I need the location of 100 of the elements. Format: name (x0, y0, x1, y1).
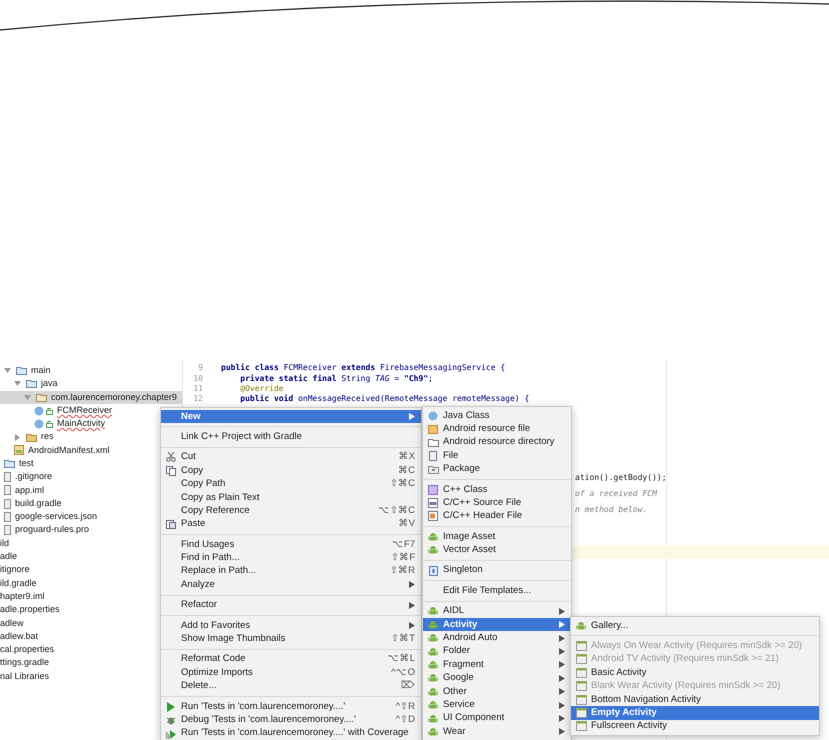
layout-template-icon (576, 708, 586, 718)
coverage-icon (166, 728, 176, 738)
tree-item-label: nal Libraries (0, 670, 50, 683)
shortcut-label: ⇧⌘C (390, 477, 415, 492)
code-comment: of a received FCM (575, 488, 658, 499)
tree-item[interactable]: main (0, 364, 182, 378)
menu-item[interactable]: Reformat Code ⌥⌘L (161, 652, 421, 666)
folder-icon (428, 438, 438, 447)
tree-item-label: hapter9.iml (0, 590, 45, 603)
expanded-arrow-icon[interactable] (24, 394, 32, 401)
menu-item[interactable]: Refactor (161, 598, 421, 612)
file-icon (4, 485, 11, 496)
expanded-arrow-icon[interactable] (14, 380, 22, 388)
tree-item-label: ttings.gradle (0, 656, 50, 670)
menu-item[interactable]: Android resource file (423, 422, 571, 436)
menu-item[interactable]: Folder (423, 644, 571, 658)
android-icon (428, 646, 438, 657)
menu-item[interactable]: File (423, 449, 571, 463)
menu-item[interactable]: Basic Activity (571, 666, 819, 680)
menu-item[interactable]: Gallery... (571, 619, 819, 632)
android-icon (428, 633, 438, 644)
tree-item[interactable]: com.laurencemoroney.chapter9 (0, 390, 182, 404)
menu-item[interactable]: New (161, 410, 421, 424)
menu-item[interactable]: Add to Favorites (161, 619, 421, 632)
menu-item[interactable]: UI Component (423, 712, 571, 726)
android-icon (428, 545, 438, 556)
clipboard-icon (166, 519, 176, 530)
menu-item[interactable]: Run 'Tests in 'com.laurencemoroney....' with Coverage (161, 726, 421, 740)
shortcut-label: ⌥F7 (392, 538, 415, 552)
tree-item-label: .gitignore (15, 470, 52, 484)
code-line: @Override (239, 383, 284, 394)
package-icon (428, 464, 438, 474)
menu-item[interactable]: Find Usages ⌥F7 (161, 538, 421, 552)
folder-icon (16, 366, 27, 376)
line-number: 10 (192, 372, 204, 385)
class-icon (34, 406, 44, 416)
tree-item[interactable]: java (0, 377, 182, 391)
menu-item[interactable]: Java Class (423, 409, 571, 422)
tree-item-label: AndroidManifest.xml (28, 444, 110, 457)
code-line: ation().getBody()); (575, 472, 668, 483)
menu-item[interactable]: Activity (423, 618, 571, 632)
menu-item[interactable]: Fragment (423, 658, 571, 672)
lock-icon (46, 420, 53, 428)
android-icon (428, 673, 438, 684)
android-icon (428, 700, 438, 710)
android-icon (428, 726, 438, 737)
menu-item[interactable]: Edit File Templates... (423, 584, 571, 598)
menu-item[interactable]: Find in Path... ⇧⌘F (161, 552, 421, 565)
android-icon (428, 714, 438, 724)
submenu-arrow-icon (409, 602, 415, 609)
class-icon (428, 484, 438, 495)
menu-item[interactable]: Singleton (423, 564, 571, 578)
menu-item[interactable]: Debug 'Tests in 'com.laurencemoroney....' ^⇧D (161, 713, 421, 727)
android-icon (428, 620, 438, 630)
copy-icon (166, 466, 176, 476)
menu-item[interactable]: Package (423, 462, 571, 476)
menu-item[interactable]: Optimize Imports ^⌥O (161, 666, 421, 680)
menu-item[interactable]: Replace in Path... ⇧⌘R (161, 564, 421, 578)
lock-icon (46, 406, 53, 415)
shortcut-label: ⌘X (398, 450, 415, 464)
menu-item[interactable]: Image Asset (423, 530, 571, 544)
folder-icon (26, 432, 37, 442)
menu-item[interactable]: Android resource directory (423, 436, 571, 450)
menu-item[interactable]: Show Image Thumbnails ⇧⌘T (161, 632, 421, 646)
shortcut-label: ⇧⌘T (391, 632, 415, 646)
menu-item[interactable]: Analyze (161, 578, 421, 592)
menu-item[interactable]: C++ Class (423, 482, 571, 496)
menu-item[interactable]: Wear (423, 725, 571, 739)
menu-item[interactable]: Google (423, 672, 571, 686)
menu-item[interactable]: Android Auto (423, 631, 571, 645)
menu-item[interactable]: AIDL (423, 604, 571, 618)
file-icon (429, 450, 437, 461)
tree-item-label: adle (0, 550, 18, 564)
tree-item-label: cal.properties (0, 643, 54, 656)
layout-template-icon (576, 721, 586, 732)
tree-item-label: proguard-rules.pro (15, 523, 90, 536)
menu-item[interactable]: C/C++ Header File (423, 510, 571, 524)
menu-item[interactable]: C/C++ Source File (423, 496, 571, 510)
menu-item[interactable]: Vector Asset (423, 544, 571, 557)
menu-item[interactable]: Other (423, 685, 571, 698)
menu-item[interactable]: Service (423, 698, 571, 712)
code-line: public void onMessageReceived(RemoteMessage remoteMessage) { (239, 393, 530, 406)
menu-item[interactable]: Run 'Tests in 'com.laurencemoroney....' ^⇧R (161, 700, 421, 714)
shortcut-label: ⌦ (401, 679, 415, 694)
menu-item[interactable]: Bottom Navigation Activity (571, 692, 819, 706)
collapsed-arrow-icon[interactable] (14, 434, 22, 441)
layout-template-icon (576, 654, 586, 664)
resource-file-icon (428, 424, 438, 434)
menu-item[interactable]: Delete... ⌦ (161, 680, 421, 694)
layout-template-icon (576, 681, 586, 692)
menu-item[interactable]: Fullscreen Activity (571, 720, 819, 734)
shortcut-label: ^⌥O (391, 666, 415, 680)
tree-item-label: adlew (0, 616, 24, 630)
submenu-arrow-icon (409, 622, 415, 630)
tree-item-label: MainActivity (57, 417, 106, 430)
shortcut-label: ^⇧D (396, 713, 415, 727)
code-comment: n method below. (575, 504, 648, 515)
menu-item[interactable]: Empty Activity (571, 706, 819, 720)
expanded-arrow-icon[interactable] (4, 367, 12, 374)
line-number: 9 (197, 362, 204, 374)
